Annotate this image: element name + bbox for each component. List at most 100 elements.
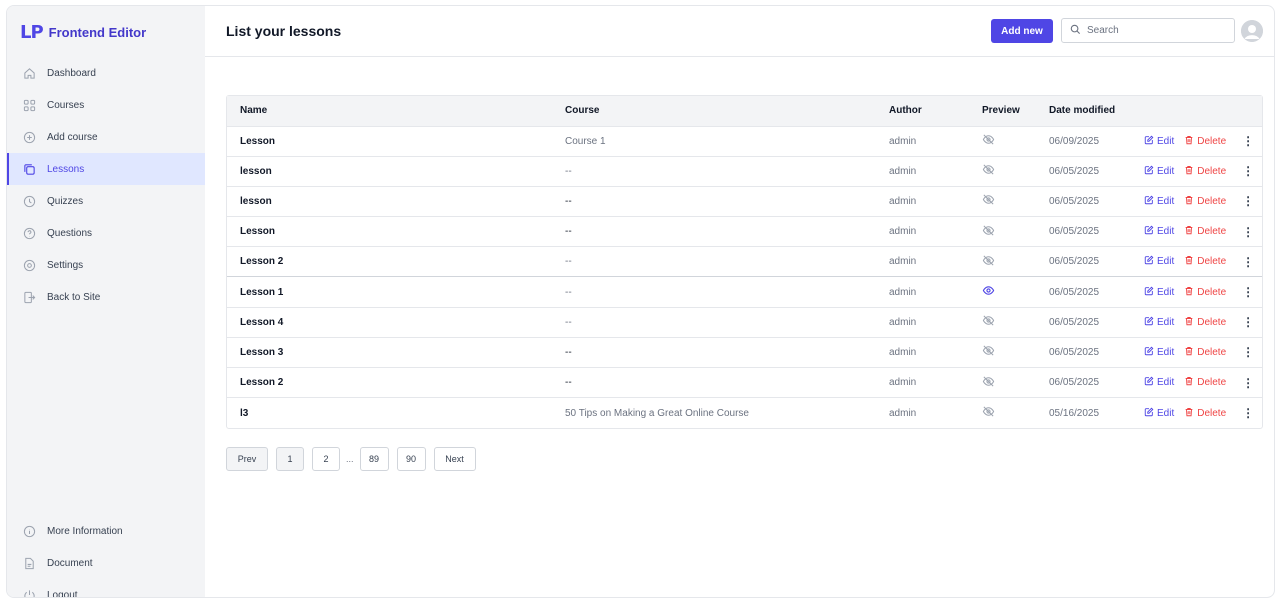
actions-cell: Edit Delete ⋮ [1144, 368, 1262, 398]
delete-button[interactable]: Delete [1184, 407, 1226, 420]
delete-button[interactable]: Delete [1184, 286, 1226, 299]
table-row[interactable]: Lesson -- admin 06/05/2025 Edit Delete ⋮ [227, 216, 1262, 247]
edit-button[interactable]: Edit [1144, 195, 1174, 208]
page-button-89[interactable]: 89 [359, 447, 389, 471]
lesson-date-modified: 06/05/2025 [1049, 165, 1100, 177]
edit-button[interactable]: Edit [1144, 407, 1174, 420]
sidebar-item-courses[interactable]: Courses [7, 89, 205, 121]
eye-off-icon[interactable] [982, 255, 995, 270]
eye-off-icon[interactable] [982, 376, 995, 391]
table-row[interactable]: Lesson Course 1 admin 06/09/2025 Edit Delete ⋮ [227, 126, 1262, 156]
avatar[interactable] [1241, 20, 1263, 42]
preview-cell [982, 337, 1049, 367]
eye-off-icon[interactable] [982, 225, 995, 240]
delete-button[interactable]: Delete [1184, 255, 1226, 268]
next-page-button[interactable]: Next [433, 447, 476, 471]
sidebar-item-document[interactable]: Document [7, 547, 205, 579]
lesson-name[interactable]: Lesson 3 [227, 337, 565, 367]
edit-button[interactable]: Edit [1144, 225, 1174, 238]
lesson-name[interactable]: Lesson 1 [227, 277, 565, 307]
lesson-name[interactable]: Lesson 2 [227, 247, 565, 277]
page-button-90[interactable]: 90 [396, 447, 426, 471]
lesson-date-modified: 06/05/2025 [1049, 195, 1100, 207]
lesson-name[interactable]: lesson [227, 156, 565, 186]
lesson-name[interactable]: Lesson [227, 126, 565, 156]
more-options-icon[interactable]: ⋮ [1242, 286, 1254, 298]
sidebar-item-quizzes[interactable]: Quizzes [7, 185, 205, 217]
logo[interactable]: LP Frontend Editor [20, 22, 146, 43]
delete-button[interactable]: Delete [1184, 195, 1226, 208]
lesson-author: admin [889, 377, 917, 389]
delete-label: Delete [1197, 256, 1227, 268]
edit-button[interactable]: Edit [1144, 376, 1174, 389]
eye-icon[interactable] [982, 286, 995, 300]
eye-off-icon[interactable] [982, 315, 995, 330]
search-input[interactable] [1087, 25, 1227, 36]
sidebar-item-dashboard[interactable]: Dashboard [7, 57, 205, 89]
prev-page-button[interactable]: Prev [226, 447, 268, 471]
more-options-icon[interactable]: ⋮ [1242, 195, 1254, 207]
table-row[interactable]: Lesson 4 -- admin 06/05/2025 Edit Delete ⋮ [227, 307, 1262, 337]
lesson-name[interactable]: lesson [227, 186, 565, 216]
table-header-row: Name Course Author Preview Date modified [227, 96, 1262, 126]
sidebar-item-add-course[interactable]: Add course [7, 121, 205, 153]
table-row[interactable]: Lesson 2 -- admin 06/05/2025 Edit Delete ⋮ [227, 367, 1262, 398]
lesson-name[interactable]: Lesson 2 [227, 368, 565, 398]
search-box[interactable] [1061, 18, 1235, 43]
more-options-icon[interactable]: ⋮ [1242, 346, 1254, 358]
sidebar-item-logout[interactable]: Logout [7, 579, 205, 597]
delete-button[interactable]: Delete [1184, 165, 1226, 178]
edit-button[interactable]: Edit [1144, 255, 1174, 268]
eye-off-icon[interactable] [982, 134, 995, 149]
table-row[interactable]: Lesson 2 -- admin 06/05/2025 Edit Delete ⋮ [227, 246, 1262, 277]
table-row[interactable]: lesson -- admin 06/05/2025 Edit Delete ⋮ [227, 156, 1262, 186]
preview-cell [982, 398, 1049, 428]
more-options-icon[interactable]: ⋮ [1242, 407, 1254, 419]
preview-cell [982, 126, 1049, 156]
sidebar-item-back-to-site[interactable]: Back to Site [7, 281, 205, 313]
delete-button[interactable]: Delete [1184, 316, 1226, 329]
page-button-1[interactable]: 1 [276, 447, 304, 471]
trash-icon [1184, 165, 1194, 178]
delete-button[interactable]: Delete [1184, 225, 1226, 238]
lesson-date-modified: 06/05/2025 [1049, 377, 1100, 389]
sidebar-item-lessons[interactable]: Lessons [7, 153, 205, 185]
sidebar-item-more-information[interactable]: More Information [7, 515, 205, 547]
edit-button[interactable]: Edit [1144, 286, 1174, 299]
more-options-icon[interactable]: ⋮ [1242, 135, 1254, 147]
delete-button[interactable]: Delete [1184, 376, 1226, 389]
add-new-button[interactable]: Add new [991, 19, 1053, 43]
page-button-2[interactable]: 2 [312, 447, 340, 471]
table-row[interactable]: l3 50 Tips on Making a Great Online Cours… [227, 397, 1262, 428]
eye-off-icon[interactable] [982, 406, 995, 421]
lesson-name[interactable]: Lesson 4 [227, 307, 565, 337]
trash-icon [1184, 195, 1194, 208]
edit-button[interactable]: Edit [1144, 316, 1174, 329]
sidebar-item-settings[interactable]: Settings [7, 249, 205, 281]
edit-icon [1144, 376, 1154, 389]
lesson-name[interactable]: l3 [227, 398, 565, 428]
preview-cell [982, 186, 1049, 216]
sidebar-item-questions[interactable]: Questions [7, 217, 205, 249]
eye-off-icon[interactable] [982, 164, 995, 179]
delete-button[interactable]: Delete [1184, 135, 1226, 148]
more-options-icon[interactable]: ⋮ [1242, 316, 1254, 328]
table-row[interactable]: Lesson 3 -- admin 06/05/2025 Edit Delete ⋮ [227, 337, 1262, 367]
more-options-icon[interactable]: ⋮ [1242, 256, 1254, 268]
sidebar-nav: Dashboard Courses Add course Lessons Qui… [7, 57, 205, 313]
preview-cell [982, 247, 1049, 277]
edit-button[interactable]: Edit [1144, 135, 1174, 148]
edit-button[interactable]: Edit [1144, 346, 1174, 359]
more-options-icon[interactable]: ⋮ [1242, 377, 1254, 389]
column-header-name: Name [240, 105, 268, 117]
edit-button[interactable]: Edit [1144, 165, 1174, 178]
eye-off-icon[interactable] [982, 194, 995, 209]
lesson-course: -- [565, 165, 572, 177]
table-row[interactable]: Lesson 1 -- admin 06/05/2025 Edit Delete ⋮ [227, 276, 1262, 307]
table-row[interactable]: lesson -- admin 06/05/2025 Edit Delete ⋮ [227, 186, 1262, 216]
delete-button[interactable]: Delete [1184, 346, 1226, 359]
lesson-name[interactable]: Lesson [227, 217, 565, 247]
more-options-icon[interactable]: ⋮ [1242, 226, 1254, 238]
eye-off-icon[interactable] [982, 345, 995, 360]
more-options-icon[interactable]: ⋮ [1242, 165, 1254, 177]
